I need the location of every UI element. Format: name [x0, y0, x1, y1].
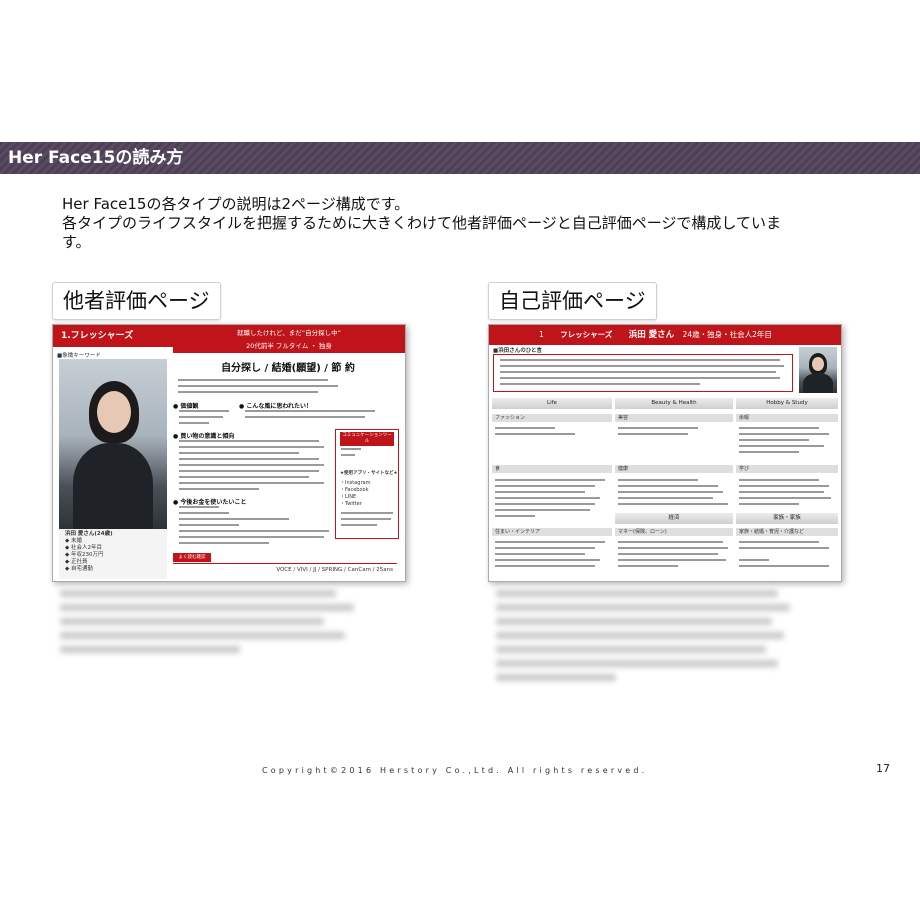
category-hobby-study: Hobby & Study: [736, 398, 838, 409]
person-profile: 浜田 愛さん(24歳) ◆ 未婚 ◆ 社会人2年目 ◆ 年収230万円 ◆ 正社…: [59, 529, 167, 579]
person-attr: ◆ 年収230万円: [65, 552, 104, 558]
subcat-beauty: 美容: [615, 414, 733, 422]
self-evaluation-label: 自己評価ページ: [488, 282, 657, 320]
person-attr: ◆ 社会人2年目: [65, 545, 102, 551]
catch-line-1: 就職したけれど、まだ“自分探し中”: [237, 329, 341, 337]
catch-line-2: 20代前半 フルタイム ・ 独身: [246, 342, 332, 350]
self-photo: [799, 347, 837, 393]
bullet-values: ● 価値観: [173, 403, 199, 410]
app-item: ・Instagram: [340, 480, 371, 486]
person-attr: ◆ 自宅通勤: [65, 566, 93, 572]
other-evaluation-thumbnail: 1.フレッシャーズ 就職したけれど、まだ“自分探し中” 20代前半 フルタイム …: [52, 324, 406, 582]
self-head-num: 1: [539, 330, 544, 339]
category-life: Life: [492, 398, 612, 409]
app-item: ・LINE: [340, 494, 357, 500]
subcat-leisure: 余暇: [736, 414, 838, 422]
comm-label: コミュニケーションツール: [340, 432, 394, 446]
intro-line-1: Her Face15の各タイプの説明は2ページ構成です。: [62, 195, 410, 213]
subcat-learning: 学び: [736, 465, 838, 473]
bullet-future-spending: ● 今後お金を使いたいこと: [173, 499, 247, 506]
bullet-wish: ● こんな風に思われたい！: [239, 403, 313, 410]
magazine-label: よく読む雑誌: [173, 553, 211, 562]
person-name: 浜田 愛さん(24歳): [65, 531, 113, 537]
self-page-header: 1 フレッシャーズ 浜田 愛さん 24歳・独身・社会人2年目: [489, 325, 841, 345]
app-list: ・Instagram ・Facebook ・LINE ・Twitter: [340, 480, 370, 508]
page-number: 17: [876, 762, 890, 775]
bullet-shopping: ● 買い物の意識と傾向: [173, 433, 235, 440]
app-item: ・Facebook: [340, 487, 369, 493]
intro-text: Her Face15の各タイプの説明は2ページ構成です。 各タイプのライフスタイ…: [62, 195, 862, 252]
section-banner: Her Face15の読み方: [0, 142, 920, 174]
other-evaluation-description-blurred: [60, 590, 360, 660]
copyright: Copyright©2016 Herstory Co.,Ltd. All rig…: [262, 766, 648, 775]
intro-line-2: 各タイプのライフスタイルを把握するために大きくわけて他者評価ページと自己評価ペー…: [62, 214, 781, 232]
person-attr: ◆ 未婚: [65, 538, 82, 544]
subcat-fashion: ファッション: [492, 414, 612, 422]
communication-tools-box: コミュニケーションツール ★使用アプリ・サイトなど★ ・Instagram ・F…: [335, 429, 399, 539]
subcat-family-marriage: 家族・結婚・育児・介護など: [736, 528, 838, 536]
self-evaluation-thumbnail: 1 フレッシャーズ 浜田 愛さん 24歳・独身・社会人2年目 ■浜田さんのひと言…: [488, 324, 842, 582]
app-label: ★使用アプリ・サイトなど★: [340, 471, 398, 476]
self-head-type: フレッシャーズ: [560, 330, 613, 339]
person-attr: ◆ 正社員: [65, 559, 88, 565]
subcat-health: 健康: [615, 465, 733, 473]
subcat-food: 食: [492, 465, 612, 473]
intro-line-3: す。: [62, 233, 91, 251]
keyword-label: ■象徴キーワード: [57, 353, 101, 359]
app-item: ・Twitter: [340, 501, 362, 507]
keyword-text: 自分探し / 結婚(願望) / 節 約: [221, 363, 355, 374]
category-beauty-health: Beauty & Health: [615, 398, 733, 409]
self-evaluation-description-blurred: [496, 590, 796, 688]
subcat-money: マネー(保険、ローン): [615, 528, 733, 536]
banner-title: Her Face15の読み方: [8, 148, 184, 168]
comment-box: [493, 354, 793, 392]
person-photo: [59, 359, 167, 529]
subcat-housing: 住まい・インテリア: [492, 528, 612, 536]
self-head-attrs: 24歳・独身・社会人2年目: [682, 330, 772, 339]
other-evaluation-label: 他者評価ページ: [52, 282, 221, 320]
type-title: 1.フレッシャーズ: [53, 325, 173, 347]
magazine-list: VOCE / VIVI / JJ / SPRING / CanCam / 25a…: [276, 567, 393, 573]
self-subhead: ■浜田さんのひと言: [493, 348, 543, 354]
category-family: 家族・家族: [736, 513, 838, 524]
category-economy: 経済: [615, 513, 733, 524]
type-catch: 就職したけれど、まだ“自分探し中” 20代前半 フルタイム ・ 独身: [173, 325, 405, 353]
self-head-name: 浜田 愛さん: [628, 330, 675, 340]
